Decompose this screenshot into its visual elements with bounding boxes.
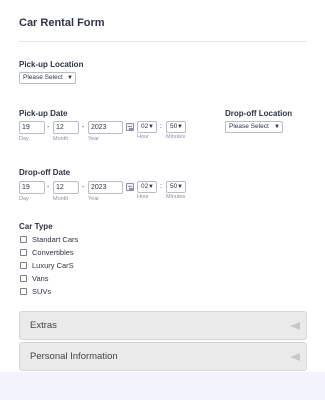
year-sublabel: Year [88,136,100,142]
dropoff-location-label: Drop-off Location [225,109,293,118]
chevron-down-icon: ▼ [67,75,73,81]
day-sublabel: Day [19,196,29,202]
dropoff-hour-select[interactable]: 02 ▼ [137,181,157,193]
chevron-down-icon: ▼ [177,124,183,130]
year-sublabel: Year [88,196,100,202]
car-type-option-label: SUVs [32,287,52,296]
calendar-icon[interactable] [126,123,134,131]
hour-sublabel: Hour [137,194,149,200]
pickup-location-value: Please Select [23,74,63,81]
checkbox[interactable] [20,249,27,256]
section-personal-information[interactable]: Personal Information [19,342,307,371]
form-title: Car Rental Form [19,17,105,29]
minutes-sublabel: Minutes [166,134,186,140]
form-card: Car Rental Form Pick-up Location Please … [0,0,325,372]
pickup-date-label: Pick-up Date [19,109,68,118]
pickup-minute-select[interactable]: 50 ▼ [166,121,186,133]
time-separator: : [160,183,162,190]
collapse-triangle-icon [290,322,300,330]
section-extras[interactable]: Extras [19,311,307,340]
dropoff-day-input[interactable]: 19 [19,181,45,194]
chevron-down-icon: ▼ [148,184,154,190]
dropoff-minute-select[interactable]: 50 ▼ [166,181,186,193]
checkbox[interactable] [20,275,27,282]
chevron-down-icon: ▼ [274,124,280,130]
date-separator: - [82,124,85,131]
dropoff-year-input[interactable]: 2023 [88,181,123,194]
time-separator: : [160,123,162,130]
dropoff-date-label: Drop-off Date [19,168,71,177]
pickup-hour-select[interactable]: 02 ▼ [137,121,157,133]
month-sublabel: Month [53,196,69,202]
car-type-option-label: Convertibles [32,248,74,257]
pickup-location-label: Pick-up Location [19,60,84,69]
minutes-sublabel: Minutes [166,194,186,200]
dropoff-month-input[interactable]: 12 [53,181,79,194]
dropoff-location-select[interactable]: Please Select ▼ [225,121,283,133]
month-sublabel: Month [53,136,69,142]
car-type-option-label: Standart Cars [32,235,79,244]
date-separator: - [82,184,85,191]
calendar-icon[interactable] [126,183,134,191]
dropoff-location-value: Please Select [229,123,269,130]
date-separator: - [47,184,50,191]
title-divider [19,41,307,42]
checkbox[interactable] [20,236,27,243]
pickup-day-input[interactable]: 19 [19,121,45,134]
pickup-month-input[interactable]: 12 [53,121,79,134]
chevron-down-icon: ▼ [148,124,154,130]
hour-sublabel: Hour [137,134,149,140]
chevron-down-icon: ▼ [177,184,183,190]
pickup-year-input[interactable]: 2023 [88,121,123,134]
collapse-triangle-icon [290,353,300,361]
car-type-label: Car Type [19,222,53,231]
checkbox[interactable] [20,262,27,269]
car-type-option-label: Vans [32,274,49,283]
section-extras-title: Extras [30,320,57,331]
car-type-option-label: Luxury CarS [32,261,74,270]
day-sublabel: Day [19,136,29,142]
checkbox[interactable] [20,288,27,295]
section-personal-information-title: Personal Information [30,351,118,362]
pickup-location-select[interactable]: Please Select ▼ [19,72,76,84]
date-separator: - [47,124,50,131]
